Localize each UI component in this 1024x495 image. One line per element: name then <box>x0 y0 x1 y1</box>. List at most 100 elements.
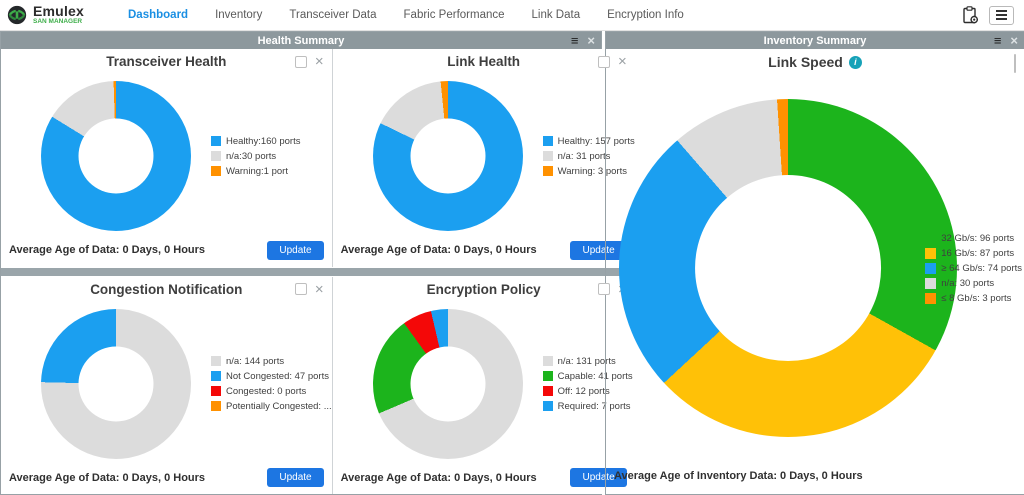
legend-swatch <box>543 166 553 176</box>
legend-item: ≤ 8 Gb/s: 3 ports <box>925 293 1022 304</box>
congestion-notification-chart: n/a: 144 ports Not Congested: 47 ports Con… <box>1 302 332 467</box>
link-speed-donut <box>619 99 957 437</box>
panel-menu-icon[interactable]: ≡ <box>571 34 579 47</box>
widget-close-icon[interactable]: × <box>315 283 324 296</box>
transceiver-health-chart: Healthy:160 ports n/a:30 ports Warning:1 p… <box>1 74 332 239</box>
avg-age-text: Average Age of Data: 0 Days, 0 Hours <box>341 244 537 256</box>
legend-label: n/a: 31 ports <box>558 151 611 162</box>
nav-tab-link-data[interactable]: Link Data <box>532 9 581 21</box>
brand-name: Emulex <box>33 4 84 18</box>
legend-swatch <box>543 386 553 396</box>
legend-label: Warning:1 port <box>226 166 288 177</box>
legend-swatch <box>211 371 221 381</box>
transceiver-health-donut <box>41 81 191 231</box>
legend-item: 32 Gb/s: 96 ports <box>925 233 1022 244</box>
congestion-notification-donut <box>41 309 191 459</box>
update-button[interactable]: Update <box>267 468 323 487</box>
row-splitter[interactable] <box>1 267 635 277</box>
brand: Emulex SAN MANAGER <box>6 4 106 26</box>
legend-item: Warning:1 port <box>211 166 300 177</box>
legend-label: 16 Gb/s: 87 ports <box>941 248 1014 259</box>
transceiver-health-legend: Healthy:160 ports n/a:30 ports Warning:1 p… <box>211 136 300 177</box>
nav-tab-inventory[interactable]: Inventory <box>215 9 262 21</box>
widget-checkbox[interactable] <box>295 283 307 295</box>
widget-close-icon[interactable]: × <box>315 55 324 68</box>
update-button[interactable]: Update <box>267 241 323 260</box>
brand-subtitle: SAN MANAGER <box>33 19 84 26</box>
legend-swatch <box>543 371 553 381</box>
legend-swatch <box>925 233 936 244</box>
health-summary-panel: Health Summary ≡ × Transceiver Health × <box>0 31 602 495</box>
link-speed-titlebar: Link Speed i <box>606 49 1024 75</box>
link-health-chart: Healthy: 157 portsn/a: 31 portsWarning: … <box>333 74 635 239</box>
health-summary-title: Health Summary <box>258 35 345 47</box>
legend-swatch <box>211 386 221 396</box>
nav-tab-transceiver-data[interactable]: Transceiver Data <box>289 9 376 21</box>
inventory-summary-title: Inventory Summary <box>764 35 867 47</box>
legend-swatch <box>925 263 936 274</box>
encryption-policy-donut <box>373 309 523 459</box>
avg-age-text: Average Age of Data: 0 Days, 0 Hours <box>341 472 537 484</box>
widget-title: Link Health <box>447 54 520 69</box>
legend-label: ≤ 8 Gb/s: 3 ports <box>941 293 1011 304</box>
legend-item: Healthy:160 ports <box>211 136 300 147</box>
inventory-summary-header: Inventory Summary ≡ × <box>606 32 1024 49</box>
nav-tab-encryption-info[interactable]: Encryption Info <box>607 9 684 21</box>
widget-congestion-notification: Congestion Notification × n/a: 144 ports… <box>1 277 333 495</box>
dashboard-main: Health Summary ≡ × Transceiver Health × <box>0 31 1024 495</box>
legend-swatch <box>543 401 553 411</box>
avg-age-text: Average Age of Data: 0 Days, 0 Hours <box>9 244 205 256</box>
legend-item: Potentially Congested: ... <box>211 401 332 412</box>
legend-swatch <box>211 151 221 161</box>
window-menu-button[interactable] <box>989 6 1014 25</box>
top-navbar: Emulex SAN MANAGER Dashboard Inventory Tra… <box>0 0 1024 31</box>
panel-menu-icon[interactable]: ≡ <box>994 34 1002 47</box>
legend-item: n/a: 30 ports <box>925 278 1022 289</box>
legend-label: ≥ 64 Gb/s: 74 ports <box>941 263 1022 274</box>
widget-title: Transceiver Health <box>106 54 226 69</box>
legend-swatch <box>211 401 221 411</box>
legend-label: Off: 12 ports <box>558 386 610 397</box>
legend-item: n/a: 144 ports <box>211 356 332 367</box>
legend-swatch <box>543 136 553 146</box>
legend-label: 32 Gb/s: 96 ports <box>941 233 1014 244</box>
avg-age-text: Average Age of Data: 0 Days, 0 Hours <box>9 472 205 484</box>
legend-label: n/a: 30 ports <box>941 278 994 289</box>
legend-item: Not Congested: 47 ports <box>211 371 332 382</box>
widget-checkbox[interactable] <box>1014 54 1016 73</box>
panel-close-icon[interactable]: × <box>587 34 595 47</box>
legend-label: Healthy:160 ports <box>226 136 300 147</box>
legend-item: n/a:30 ports <box>211 151 300 162</box>
legend-label: Congested: 0 ports <box>226 386 306 397</box>
link-speed-legend: 32 Gb/s: 96 ports 16 Gb/s: 87 ports ≥ 64 G… <box>925 233 1022 304</box>
report-export-icon[interactable] <box>962 6 979 25</box>
legend-label: n/a:30 ports <box>226 151 276 162</box>
legend-label: n/a: 144 ports <box>226 356 284 367</box>
widget-title: Congestion Notification <box>90 282 242 297</box>
widget-title: Encryption Policy <box>427 282 541 297</box>
info-icon[interactable]: i <box>849 56 862 69</box>
legend-swatch <box>211 356 221 366</box>
navbar-actions <box>962 6 1014 25</box>
legend-label: Not Congested: 47 ports <box>226 371 329 382</box>
legend-swatch <box>211 166 221 176</box>
link-speed-chart: 32 Gb/s: 96 ports 16 Gb/s: 87 ports ≥ 64 G… <box>606 75 1024 464</box>
health-widgets-grid: Transceiver Health × Healthy:160 ports n/… <box>1 49 601 494</box>
legend-swatch <box>925 278 936 289</box>
widget-checkbox[interactable] <box>295 56 307 68</box>
legend-swatch <box>543 356 553 366</box>
widget-link-health: Link Health × Healthy: 157 portsn/a: 31 … <box>333 49 635 267</box>
congestion-notification-legend: n/a: 144 ports Not Congested: 47 ports Con… <box>211 356 332 412</box>
legend-item: Congested: 0 ports <box>211 386 332 397</box>
nav-tab-fabric-performance[interactable]: Fabric Performance <box>404 9 505 21</box>
legend-item: ≥ 64 Gb/s: 74 ports <box>925 263 1022 274</box>
link-health-donut <box>373 81 523 231</box>
legend-swatch <box>543 151 553 161</box>
inventory-summary-panel: Inventory Summary ≡ × Link Speed i 32 Gb… <box>605 31 1024 495</box>
health-summary-header: Health Summary ≡ × <box>1 32 601 49</box>
panel-close-icon[interactable]: × <box>1010 34 1018 47</box>
widget-transceiver-health: Transceiver Health × Healthy:160 ports n/… <box>1 49 333 267</box>
emulex-logo-icon <box>6 4 28 26</box>
widget-encryption-policy: Encryption Policy × n/a: 131 portsCapabl… <box>333 277 635 495</box>
nav-tab-dashboard[interactable]: Dashboard <box>128 9 188 21</box>
